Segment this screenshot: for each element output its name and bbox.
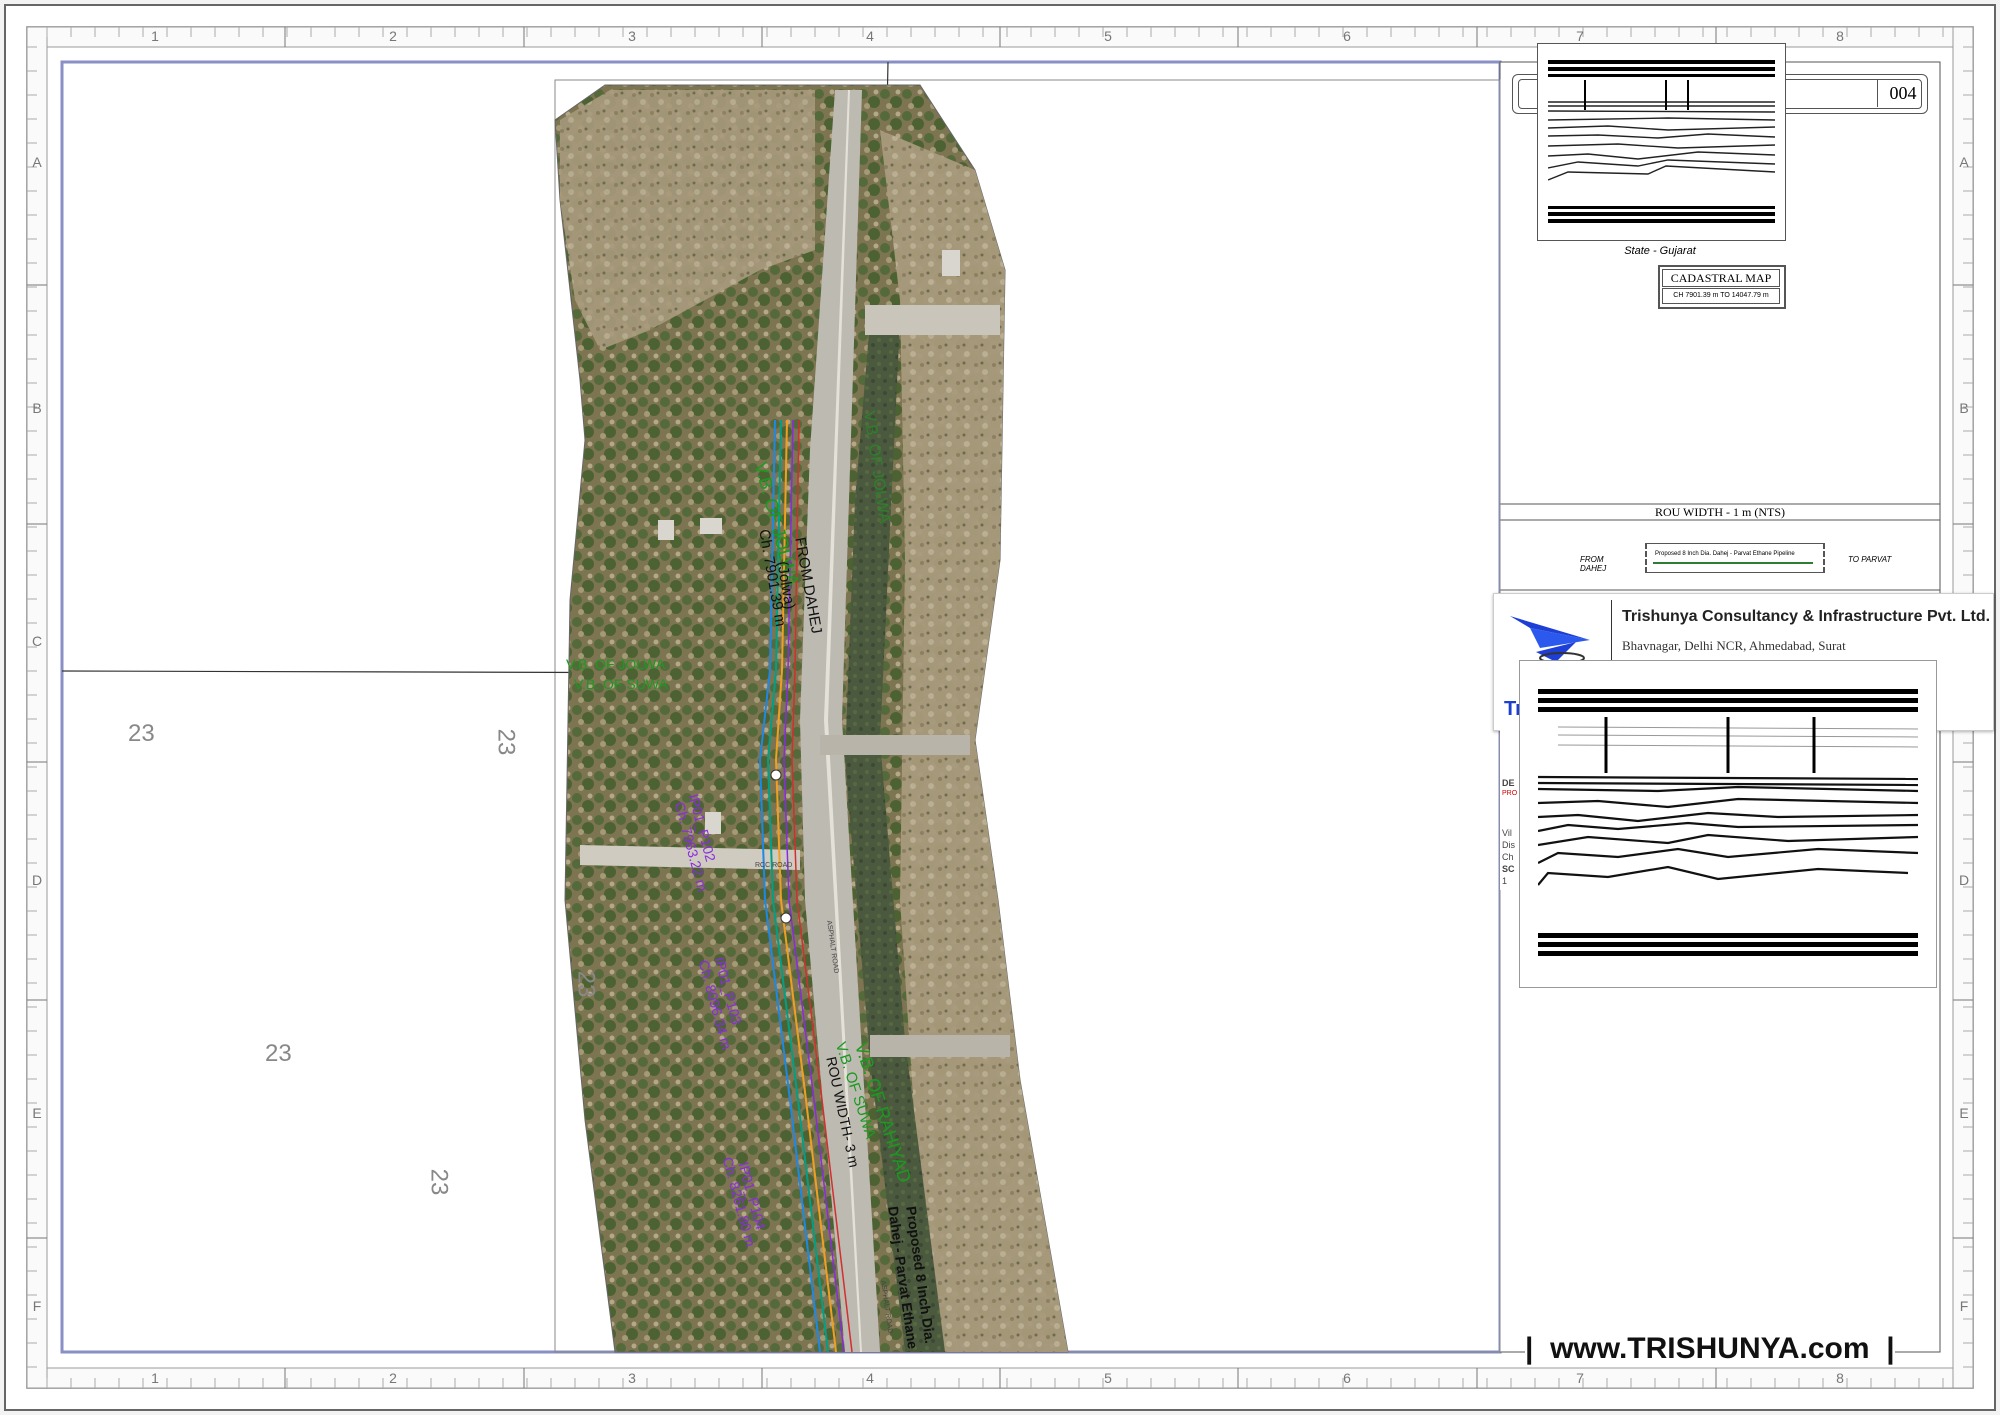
- grid-col-3-bottom: 3: [628, 1370, 636, 1386]
- grid-col-6-bottom: 6: [1343, 1370, 1351, 1386]
- parcel-number: 23: [572, 970, 600, 998]
- cadastral-map-box: CADASTRAL MAP CH 7901.39 m TO 14047.79 m: [1658, 265, 1786, 309]
- side-row: SC: [1502, 864, 1515, 874]
- grid-row-d-left: D: [31, 872, 43, 888]
- company-logo-icon: [1510, 616, 1590, 664]
- grid-row-b-right: B: [1959, 400, 1969, 416]
- grid-row-e-left: E: [32, 1105, 42, 1121]
- side-row: DE: [1502, 778, 1515, 788]
- grid-col-2-bottom: 2: [389, 1370, 397, 1386]
- grid-col-5-top: 5: [1104, 28, 1112, 44]
- website-link[interactable]: | www.TRISHUNYA.com |: [1525, 1332, 1895, 1366]
- key-map-graphic: [1548, 80, 1775, 181]
- parcel-number: 23: [425, 1168, 453, 1196]
- grid-col-7-bottom: 7: [1576, 1370, 1584, 1386]
- side-row: Dis: [1502, 840, 1515, 850]
- grid-row-f-left: F: [32, 1298, 42, 1314]
- overlay-graphic: [1538, 717, 1918, 886]
- side-row: 1: [1502, 876, 1508, 886]
- sheet-number: 004: [1889, 83, 1917, 103]
- village-boundary-label: V.B. OF SUWA: [574, 676, 668, 692]
- side-row: Ch: [1502, 852, 1514, 862]
- pipeline-legend-text: Proposed 8 Inch Dia. Dahej - Parvat Etha…: [1655, 551, 1795, 557]
- parcel-number: 23: [492, 728, 520, 756]
- grid-col-4-bottom: 4: [866, 1370, 874, 1386]
- rou-width-header: ROU WIDTH - 1 m (NTS): [1654, 505, 1786, 519]
- grid-col-5-bottom: 5: [1104, 1370, 1112, 1386]
- grid-col-2-top: 2: [389, 28, 397, 44]
- company-locations: Bhavnagar, Delhi NCR, Ahmedabad, Surat: [1622, 638, 1846, 653]
- side-row: PRO: [1502, 790, 1518, 797]
- village-boundary-label: V.B. OF JOLWA: [566, 656, 666, 672]
- grid-col-7-top: 7: [1576, 28, 1584, 44]
- map-title: CADASTRAL MAP: [1662, 269, 1780, 287]
- overlay-graphic-panel: [1519, 660, 1937, 988]
- grid-col-1-bottom: 1: [151, 1370, 159, 1386]
- grid-row-f-right: F: [1959, 1298, 1969, 1314]
- parcel-number: 23: [265, 1040, 292, 1067]
- grid-row-a-left: A: [32, 154, 42, 170]
- key-map-panel: [1537, 43, 1786, 241]
- from-dahej-legend: FROM DAHEJ: [1580, 555, 1607, 573]
- pipeline-legend-box: Proposed 8 Inch Dia. Dahej - Parvat Etha…: [1645, 543, 1825, 573]
- side-row: Vil: [1502, 828, 1512, 838]
- grid-col-8-top: 8: [1836, 28, 1844, 44]
- parcel-number: 23: [128, 720, 155, 747]
- grid-row-d-right: D: [1958, 872, 1970, 888]
- grid-col-4-top: 4: [866, 28, 874, 44]
- chainage-range: CH 7901.39 m TO 14047.79 m: [1662, 288, 1780, 304]
- grid-col-1-top: 1: [151, 28, 159, 44]
- grid-row-b-left: B: [32, 400, 42, 416]
- grid-row-e-right: E: [1959, 1105, 1969, 1121]
- grid-col-3-top: 3: [628, 28, 636, 44]
- grid-row-c-left: C: [31, 633, 43, 649]
- company-name: Trishunya Consultancy & Infrastructure P…: [1622, 608, 1991, 625]
- state-label: State - Gujarat: [1624, 245, 1696, 257]
- road-label: RCC ROAD: [755, 862, 793, 869]
- grid-col-6-top: 6: [1343, 28, 1351, 44]
- grid-row-a-right: A: [1959, 154, 1969, 170]
- grid-col-8-bottom: 8: [1836, 1370, 1844, 1386]
- to-parvat-legend: TO PARVAT: [1848, 555, 1892, 564]
